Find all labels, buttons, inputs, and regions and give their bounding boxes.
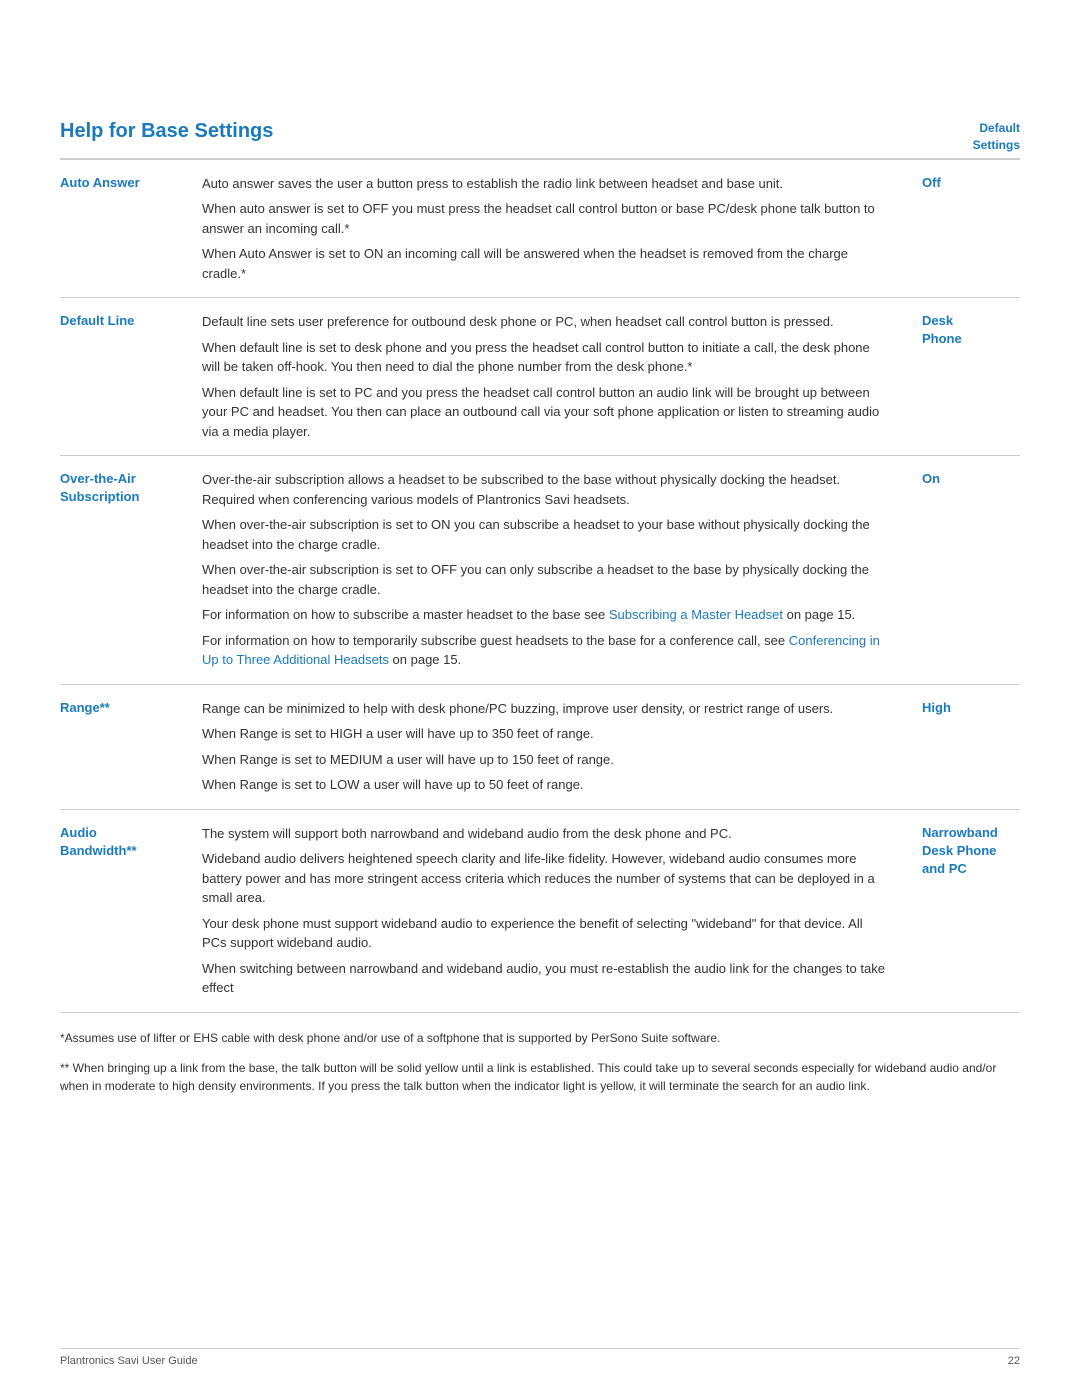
page-container: Help for Base Settings DefaultSettings A… [0, 0, 1080, 1167]
setting-default-cell: DeskPhone [910, 298, 1020, 456]
content-paragraph: When over-the-air subscription is set to… [202, 560, 890, 599]
content-paragraph: When Range is set to LOW a user will hav… [202, 775, 890, 795]
content-paragraph: When switching between narrowband and wi… [202, 959, 890, 998]
default-value-text: NarrowbandDesk Phoneand PC [922, 824, 1020, 879]
content-paragraph: Range can be minimized to help with desk… [202, 699, 890, 719]
footnote-2: ** When bringing up a link from the base… [60, 1059, 1020, 1095]
footnotes: *Assumes use of lifter or EHS cable with… [60, 1013, 1020, 1095]
setting-content-cell: Auto answer saves the user a button pres… [190, 160, 910, 298]
setting-content-cell: The system will support both narrowband … [190, 809, 910, 1012]
content-paragraph: For information on how to temporarily su… [202, 631, 890, 670]
setting-label-cell: Range** [60, 684, 190, 809]
content-paragraph: When over-the-air subscription is set to… [202, 515, 890, 554]
content-paragraph: For information on how to subscribe a ma… [202, 605, 890, 625]
setting-label-cell: Over-the-AirSubscription [60, 456, 190, 685]
content-paragraph: Your desk phone must support wideband au… [202, 914, 890, 953]
settings-row: AudioBandwidth** The system will support … [60, 809, 1020, 1012]
settings-row: Auto Answer Auto answer saves the user a … [60, 160, 1020, 298]
setting-content-cell: Over-the-air subscription allows a heads… [190, 456, 910, 685]
default-value-text: DeskPhone [922, 312, 1020, 348]
content-paragraph: Auto answer saves the user a button pres… [202, 174, 890, 194]
default-value-text: Off [922, 174, 1020, 192]
setting-content-cell: Range can be minimized to help with desk… [190, 684, 910, 809]
setting-default-cell: On [910, 456, 1020, 685]
content-paragraph: Over-the-air subscription allows a heads… [202, 470, 890, 509]
footnote-1: *Assumes use of lifter or EHS cable with… [60, 1029, 1020, 1047]
content-paragraph: When default line is set to desk phone a… [202, 338, 890, 377]
content-paragraph: When default line is set to PC and you p… [202, 383, 890, 442]
page-footer: Plantronics Savi User Guide 22 [60, 1348, 1020, 1367]
setting-label-text: Default Line [60, 312, 178, 330]
default-value-text: High [922, 699, 1020, 717]
settings-row: Over-the-AirSubscription Over-the-air sub… [60, 456, 1020, 685]
setting-default-cell: NarrowbandDesk Phoneand PC [910, 809, 1020, 1012]
setting-label-cell: Auto Answer [60, 160, 190, 298]
settings-row: Default Line Default line sets user prefe… [60, 298, 1020, 456]
content-paragraph: When Range is set to MEDIUM a user will … [202, 750, 890, 770]
setting-content-cell: Default line sets user preference for ou… [190, 298, 910, 456]
setting-label-text: Auto Answer [60, 174, 178, 192]
setting-label-cell: Default Line [60, 298, 190, 456]
content-paragraph: When Range is set to HIGH a user will ha… [202, 724, 890, 744]
header-row: Help for Base Settings DefaultSettings [60, 120, 1020, 154]
content-paragraph: Wideband audio delivers heightened speec… [202, 849, 890, 908]
setting-label-text: Range** [60, 699, 178, 717]
content-paragraph: When Auto Answer is set to ON an incomin… [202, 244, 890, 283]
setting-default-cell: Off [910, 160, 1020, 298]
footer-brand: Plantronics Savi User Guide [60, 1355, 198, 1367]
default-settings-column-header: DefaultSettings [973, 120, 1020, 154]
setting-label-text: Over-the-AirSubscription [60, 470, 178, 506]
setting-label-cell: AudioBandwidth** [60, 809, 190, 1012]
settings-table: Auto Answer Auto answer saves the user a … [60, 160, 1020, 1012]
content-link[interactable]: Conferencing in Up to Three Additional H… [202, 633, 880, 668]
setting-default-cell: High [910, 684, 1020, 809]
page-title: Help for Base Settings [60, 120, 273, 143]
content-link[interactable]: Subscribing a Master Headset [609, 607, 783, 622]
default-value-text: On [922, 470, 1020, 488]
settings-row: Range** Range can be minimized to help wi… [60, 684, 1020, 809]
content-paragraph: Default line sets user preference for ou… [202, 312, 890, 332]
content-paragraph: When auto answer is set to OFF you must … [202, 199, 890, 238]
setting-label-text: AudioBandwidth** [60, 824, 178, 860]
footer-page-number: 22 [1008, 1355, 1020, 1367]
content-paragraph: The system will support both narrowband … [202, 824, 890, 844]
